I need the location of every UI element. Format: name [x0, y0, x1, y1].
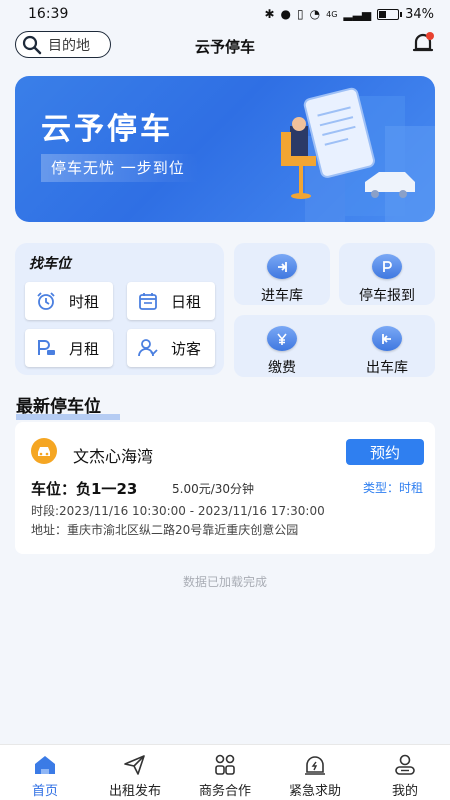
emergency-light-icon — [305, 756, 325, 775]
bottom-tab-bar: 首页 出租发布 商务合作 紧急求助 我的 — [0, 744, 450, 800]
find-parking-card: 找车位 时租 日租 月租 访客 — [15, 243, 224, 375]
banner-title: 云予停车 — [41, 112, 173, 147]
alarm-clock-icon — [37, 292, 55, 310]
home-icon — [35, 756, 55, 774]
calendar-icon — [139, 293, 157, 310]
tab-home[interactable]: 首页 — [0, 745, 90, 800]
payment-label: 缴费 — [268, 360, 296, 376]
tab-profile[interactable]: 我的 — [360, 745, 450, 800]
tab-home-label: 首页 — [31, 784, 58, 799]
listing-price: 5.00元/30分钟 — [172, 482, 255, 496]
monthly-parking-icon — [38, 340, 55, 355]
battery-percent: 34% — [405, 6, 434, 22]
parking-listing-card[interactable]: 文杰心海湾 预约 车位：负1一23 5.00元/30分钟 类型：时租 时段:20… — [15, 422, 435, 554]
send-icon — [124, 755, 145, 775]
enter-garage-label: 进车库 — [261, 288, 303, 304]
listing-name: 文杰心海湾 — [73, 447, 154, 466]
page-title: 云予停车 — [194, 38, 255, 56]
signal-icon: ▂▃▅ — [343, 7, 372, 21]
status-time: 16:39 — [28, 6, 69, 22]
banner-illustration — [281, 87, 435, 222]
tab-emergency[interactable]: 紧急求助 — [270, 745, 360, 800]
tab-business[interactable]: 商务合作 — [180, 745, 270, 800]
location-icon: ● — [280, 7, 292, 21]
monthly-rent-button[interactable]: 月租 — [25, 329, 113, 367]
visitor-label: 访客 — [171, 339, 202, 358]
parking-checkin-tile[interactable]: 停车报到 — [339, 243, 435, 305]
tab-business-label: 商务合作 — [198, 784, 251, 799]
listing-address: 地址：重庆市渝北区纵二路20号靠近重庆创意公园 — [31, 523, 299, 537]
vibrate-icon: ▯ — [297, 7, 304, 21]
listing-type: 类型：时租 — [362, 481, 423, 495]
car-icon — [31, 438, 57, 464]
bluetooth-icon: ✱ — [264, 7, 275, 21]
profile-icon — [395, 754, 415, 775]
exit-garage-tile[interactable]: 出车库 — [339, 315, 435, 377]
visitor-button[interactable]: 访客 — [127, 329, 215, 367]
parking-checkin-label: 停车报到 — [359, 288, 415, 304]
listing-space: 车位：负1一23 — [31, 480, 138, 498]
wifi-icon: ◔ — [309, 7, 321, 21]
enter-garage-icon — [267, 254, 297, 279]
hourly-rent-button[interactable]: 时租 — [25, 282, 113, 320]
find-parking-title: 找车位 — [29, 253, 89, 274]
tab-emergency-label: 紧急求助 — [288, 784, 341, 799]
payment-tile[interactable]: 缴费 — [234, 315, 330, 377]
exit-garage-label: 出车库 — [366, 360, 408, 376]
tab-profile-label: 我的 — [391, 784, 418, 799]
daily-rent-label: 日租 — [171, 292, 202, 311]
top-bar: 目的地 云予停车 — [0, 28, 450, 64]
monthly-rent-label: 月租 — [69, 339, 100, 358]
yuan-pay-icon — [267, 326, 297, 351]
load-status-text: 数据已加载完成 — [182, 575, 267, 589]
promo-banner[interactable]: 云予停车 停车无忧 一步到位 — [15, 76, 435, 222]
enter-garage-tile[interactable]: 进车库 — [234, 243, 330, 305]
listing-time: 时段:2023/11/16 10:30:00 - 2023/11/16 17:3… — [31, 504, 325, 518]
exit-garage-icon — [372, 326, 402, 351]
notification-bell-icon[interactable] — [410, 30, 436, 56]
status-bar: 16:39 ✱ ● ▯ ◔ 4G ▂▃▅ 34% — [0, 0, 450, 28]
banner-subtitle: 停车无忧 一步到位 — [41, 154, 199, 182]
network-type-icon: 4G — [326, 9, 338, 19]
hourly-rent-label: 时租 — [69, 292, 100, 311]
visitor-icon — [138, 339, 158, 357]
status-icons: ✱ ● ▯ ◔ 4G ▂▃▅ 34% — [264, 7, 434, 22]
tab-rent-publish-label: 出租发布 — [108, 784, 161, 799]
tab-rent-publish[interactable]: 出租发布 — [90, 745, 180, 800]
battery-icon — [377, 8, 403, 20]
reserve-button[interactable]: 预约 — [346, 439, 424, 465]
daily-rent-button[interactable]: 日租 — [127, 282, 215, 320]
parking-checkin-icon — [372, 254, 402, 279]
latest-spots-heading: 最新停车位 — [16, 392, 120, 420]
battery-fill — [379, 10, 386, 18]
partners-icon — [215, 754, 235, 775]
